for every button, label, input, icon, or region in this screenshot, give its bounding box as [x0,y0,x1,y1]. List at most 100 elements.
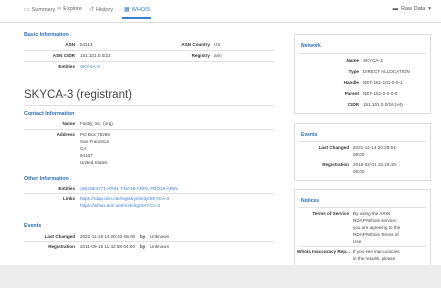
basic-info-title: Basic Information [24,32,69,38]
divider [24,61,274,62]
address-line: PO Box 78266 [80,132,110,137]
network-parent-label: Parent [344,91,359,96]
contact-name-label: Name [62,121,75,126]
network-name-value: SKYCA-3 [363,58,383,63]
divider [24,241,274,242]
notices-card: Notices Terms of Service By using the AR… [294,189,431,270]
event-who: Unknown [150,244,170,249]
asn-cidr-label: ASN CIDR [52,53,75,58]
date-line: 05:00 [353,152,365,157]
divider [299,246,426,247]
divider [299,141,426,142]
side-last-changed-label: Last Changed [318,145,349,150]
entity-heading: SKYCA-3 (registrant) [24,89,133,101]
other-entities-label: Entities [58,186,75,191]
network-cidr-value: 151.101.0.0/16 (v4) [363,102,403,107]
side-last-changed-value: 2021-12-14 20:28:54- 05:00 [353,144,397,158]
event-who: Unknown [150,234,170,239]
network-card: Network Name SKYCA-3 Type DIRECT ALLOCAT… [294,34,431,114]
history-icon: ↺ [89,7,95,13]
address-value: PO Box 78266 San Francisco CA 94107 Unit… [80,131,110,166]
side-registration-value: 2016-02-01 15:18:40- 05:00 [353,161,397,175]
address-line: United States [80,160,108,165]
tab-history[interactable]: ↺ History [89,6,114,14]
tab-bar: ▭ Summary ∞ Explore ↺ History ▦ WHOIS ▬ … [0,0,441,23]
tos-label: Terms of Service [312,211,349,216]
network-cidr-label: CIDR [347,102,359,107]
links-value: https://rdap.arin.net/registry/entity/SK… [80,195,169,209]
whois-link[interactable]: https://whois.arin.net/rest/org/SKYCA-3 [80,202,169,209]
main-content: Basic Information ASN 54113 ASN Country … [0,23,441,270]
event-by: by [140,234,146,239]
entities-label: Entities [58,64,75,69]
rdap-link[interactable]: https://rdap.arin.net/registry/entity/SK… [80,195,169,202]
other-info-title: Other Information [24,176,69,182]
raw-data-dropdown[interactable]: ▬ Raw Data ▾ [393,6,431,12]
notice-line: RDAP/Whois service, [353,218,397,223]
side-registration-label: Registration [322,162,349,167]
registry-value: arin [214,53,222,58]
network-name-label: Name [346,58,359,63]
asn-cidr-value: 151.101.0.0/22 [80,53,111,58]
folder-icon: ▬ [392,6,399,12]
event-by: by [140,244,146,249]
network-title: Network [301,43,321,49]
notice-line: you are agreeing to the [353,225,401,230]
event-date: 2022-11-16 14:00:42-05:00 [80,234,136,239]
divider [299,207,426,208]
notice-line: Use [353,239,362,244]
event-label: Last Changed [44,234,75,239]
notice-line: RDAP/Whois Terms of [353,232,399,237]
network-type-value: DIRECT ALLOCATION [363,69,410,74]
divider [24,105,274,106]
contact-info-title: Contact Information [24,111,75,117]
footer [0,265,441,288]
links-label: Links [63,196,75,201]
date-line: 2016-02-01 15:18:40- [353,162,398,167]
divider [24,193,274,194]
address-label: Address [56,132,75,137]
network-handle-label: Handle [343,80,359,85]
tab-summary[interactable]: ▭ Summary [24,6,56,14]
asn-label: ASN [65,42,75,47]
asn-value: 54113 [80,42,93,47]
inaccuracy-label: Whois Inaccuracy Rep... [297,249,350,254]
asn-country-value: US [214,42,221,47]
divider [24,50,274,51]
raw-data-label: Raw Data [401,6,426,12]
divider [299,53,426,54]
tab-whois-label: WHOIS [131,6,151,13]
tab-summary-label: Summary [31,6,56,13]
tab-history-label: History [96,6,114,13]
address-line: 94107 [80,153,93,158]
side-events-card: Events Last Changed 2021-12-14 20:28:54-… [294,123,431,181]
network-parent-value: NET-151-0-0-0-0 [363,91,398,96]
binoculars-icon: ∞ [57,6,62,12]
active-tab-indicator [122,17,151,19]
network-type-label: Type [348,69,359,74]
tab-explore[interactable]: ∞ Explore [57,6,82,12]
date-line: 05:00 [353,169,365,174]
inaccuracy-value: If you see inaccuracies in the results, … [353,248,400,262]
notices-title: Notices [301,198,320,204]
asn-country-label: ASN Country [181,42,210,47]
chevron-down-icon: ▾ [428,6,431,12]
contact-name-value: Fastly, Inc. (org) [80,121,113,126]
divider [24,129,274,130]
events-title: Events [24,223,42,229]
network-handle-value: NET-151-101-0-0-1 [363,80,403,85]
address-line: CA [80,146,87,151]
monitor-icon: ▭ [24,7,30,13]
registry-label: Registry [191,53,210,58]
tos-value: By using the ARIN RDAP/Whois service, yo… [353,210,400,245]
notice-line: By using the ARIN [353,211,391,216]
other-entities-links[interactable]: ABUSE4771-ARIN, FNA19-ARIN, FNO19-ARIN [80,185,178,192]
tab-explore-label: Explore [63,6,82,12]
tab-whois[interactable]: ▦ WHOIS [124,6,151,14]
notice-line: in the results, please [353,256,396,261]
date-line: 2021-12-14 20:28:54- [353,145,398,150]
event-label: Registration [48,244,75,249]
address-line: San Francisco [80,139,110,144]
whois-icon: ▦ [124,7,130,13]
entities-link[interactable]: SKYCA-3 [80,63,100,70]
